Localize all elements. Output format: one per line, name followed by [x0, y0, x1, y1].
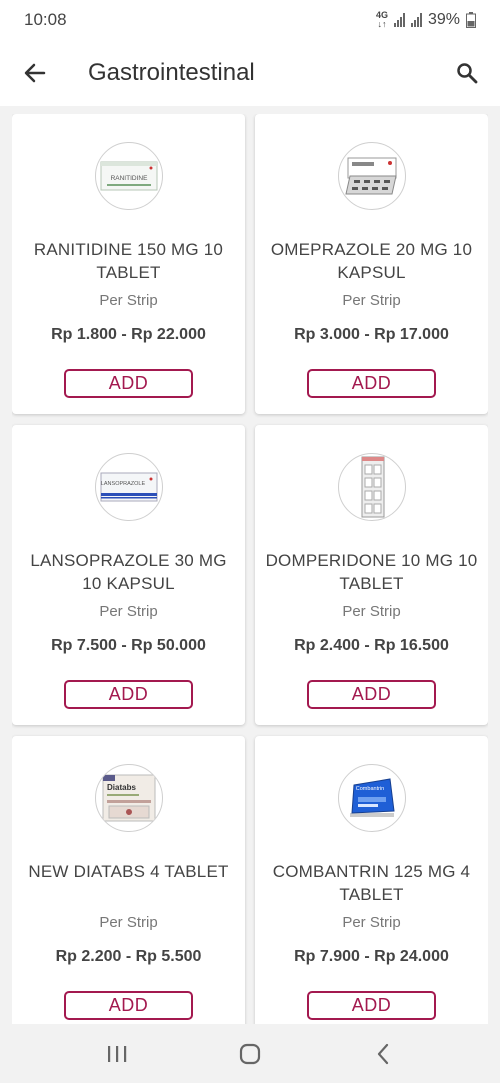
product-unit: Per Strip — [99, 914, 158, 931]
product-image — [338, 142, 406, 210]
product-unit: Per Strip — [342, 914, 401, 931]
nav-back-icon — [378, 1043, 389, 1064]
search-icon — [457, 63, 478, 84]
add-button[interactable]: ADD — [307, 991, 436, 1020]
battery-percent: 39% — [427, 11, 460, 28]
page-title: Gastrointestinal — [88, 59, 255, 86]
product-price: Rp 2.200 - Rp 5.500 — [55, 948, 202, 965]
product-name: COMBANTRIN 125 MG 4 TABLET — [272, 862, 471, 904]
arrow-left-icon — [24, 63, 46, 83]
product-name: NEW DIATABS 4 TABLET — [28, 862, 229, 881]
product-name: DOMPERIDONE 10 MG 10 TABLET — [265, 551, 478, 593]
product-name: RANITIDINE 150 MG 10 TABLET — [33, 240, 224, 282]
app-bar: Gastrointestinal — [0, 40, 500, 106]
status-bar: 10:08 4G ↓↑ 39% — [0, 0, 500, 40]
product-card[interactable]: Combantrin COMBANTRIN 125 MG 4 TABLET Pe… — [255, 736, 488, 1024]
product-card[interactable]: LANSOPRAZOLE LANSOPRAZOLE 30 MG 10 KAPSU… — [12, 425, 245, 725]
product-unit: Per Strip — [342, 292, 401, 309]
search-button[interactable] — [434, 40, 500, 106]
product-image — [338, 453, 406, 521]
product-unit: Per Strip — [342, 603, 401, 620]
status-time: 10:08 — [24, 10, 67, 29]
add-button[interactable]: ADD — [307, 369, 436, 398]
nav-back-button[interactable] — [353, 1034, 413, 1074]
signal-icon-2 — [410, 13, 422, 27]
svg-text:RANITIDINE: RANITIDINE — [111, 175, 149, 182]
product-card[interactable]: Diatabs NEW DIATABS 4 TABLET Per Strip R… — [12, 736, 245, 1024]
product-price: Rp 2.400 - Rp 16.500 — [294, 637, 449, 654]
status-icons: 4G ↓↑ 39% — [376, 11, 476, 29]
product-name: OMEPRAZOLE 20 MG 10 KAPSUL — [270, 240, 473, 282]
home-button[interactable] — [220, 1034, 280, 1074]
recent-apps-button[interactable] — [87, 1034, 147, 1074]
system-nav-bar — [0, 1024, 500, 1083]
product-card[interactable]: RANITIDINE RANITIDINE 150 MG 10 TABLET P… — [12, 114, 245, 414]
add-button[interactable]: ADD — [64, 991, 193, 1020]
add-button[interactable]: ADD — [64, 369, 193, 398]
add-button[interactable]: ADD — [307, 680, 436, 709]
product-image: LANSOPRAZOLE — [95, 453, 163, 521]
network-type-icon: 4G ↓↑ — [375, 10, 388, 29]
product-image: Combantrin — [338, 764, 406, 832]
product-card[interactable]: OMEPRAZOLE 20 MG 10 KAPSUL Per Strip Rp … — [255, 114, 488, 414]
back-button[interactable] — [0, 40, 70, 106]
product-image: RANITIDINE — [95, 142, 163, 210]
product-unit: Per Strip — [99, 603, 158, 620]
product-image: Diatabs — [95, 764, 163, 832]
product-price: Rp 7.900 - Rp 24.000 — [294, 948, 449, 965]
product-price: Rp 3.000 - Rp 17.000 — [294, 326, 449, 343]
product-card[interactable]: DOMPERIDONE 10 MG 10 TABLET Per Strip Rp… — [255, 425, 488, 725]
home-icon — [239, 1043, 261, 1064]
battery-icon — [466, 12, 476, 28]
svg-text:Diatabs: Diatabs — [107, 783, 136, 792]
product-name: LANSOPRAZOLE 30 MG 10 KAPSUL — [30, 551, 227, 593]
product-price: Rp 1.800 - Rp 22.000 — [51, 326, 206, 343]
recent-apps-icon — [107, 1045, 126, 1062]
product-grid: RANITIDINE RANITIDINE 150 MG 10 TABLET P… — [12, 114, 488, 1024]
signal-icon — [393, 13, 405, 27]
svg-text:Combantrin: Combantrin — [356, 786, 384, 792]
add-button[interactable]: ADD — [64, 680, 193, 709]
svg-text:LANSOPRAZOLE: LANSOPRAZOLE — [101, 481, 146, 487]
product-price: Rp 7.500 - Rp 50.000 — [51, 637, 206, 654]
product-unit: Per Strip — [99, 292, 158, 309]
